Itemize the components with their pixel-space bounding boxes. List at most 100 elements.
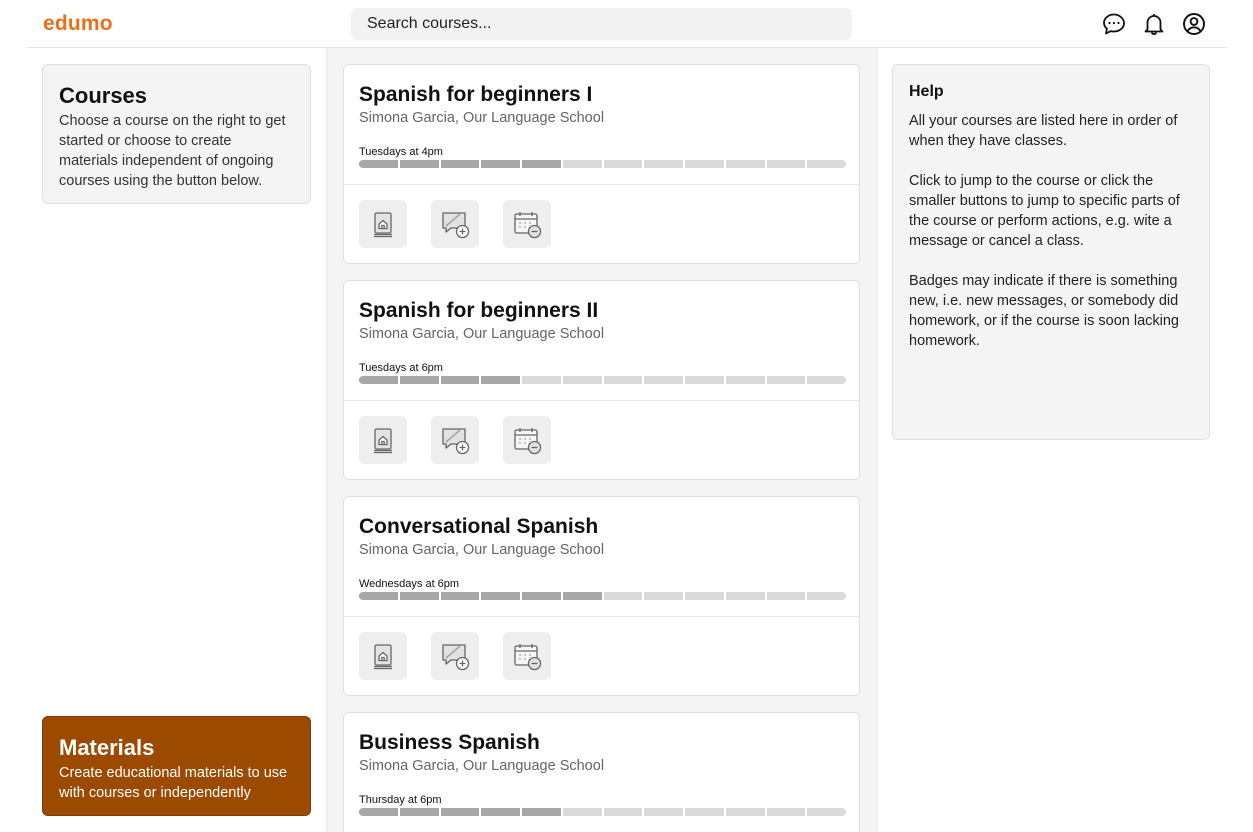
progress-segment <box>603 376 643 384</box>
course-progress-bar <box>359 160 846 168</box>
help-paragraph: Badges may indicate if there is somethin… <box>909 273 1179 349</box>
app-logo[interactable]: edumo <box>43 12 113 36</box>
course-card-header[interactable]: Business Spanish Simona Garcia, Our Langu… <box>344 713 859 832</box>
progress-segment <box>522 376 561 384</box>
user-account-icon[interactable] <box>1181 11 1207 37</box>
materials-description: Create educational materials to use with… <box>59 765 288 801</box>
course-teacher: Simona Garcia, Our Language School <box>359 542 605 558</box>
help-heading: Help <box>909 83 944 100</box>
progress-segment <box>685 808 724 816</box>
progress-segment <box>359 808 398 816</box>
progress-segment <box>399 160 439 168</box>
progress-segment <box>359 592 398 600</box>
progress-segment <box>685 376 724 384</box>
progress-segment <box>725 592 765 600</box>
course-schedule: Wednesdays at 6pm <box>359 578 460 590</box>
courses-heading: Courses <box>59 83 148 108</box>
cancel-class-icon <box>510 423 544 457</box>
course-teacher: Simona Garcia, Our Language School <box>359 758 605 774</box>
progress-segment <box>644 592 683 600</box>
course-card[interactable]: Spanish for beginners II Simona Garcia, O… <box>343 280 860 480</box>
progress-segment <box>440 376 480 384</box>
progress-segment <box>603 808 643 816</box>
cancel-class-button[interactable] <box>503 632 551 680</box>
cancel-class-icon <box>510 207 544 241</box>
course-schedule: Thursday at 6pm <box>359 794 442 806</box>
course-actions <box>344 401 859 480</box>
progress-segment <box>644 376 683 384</box>
progress-segment <box>522 160 561 168</box>
course-card[interactable]: Business Spanish Simona Garcia, Our Langu… <box>343 712 860 832</box>
progress-segment <box>644 160 683 168</box>
progress-segment <box>399 808 439 816</box>
cancel-class-button[interactable] <box>503 416 551 464</box>
course-card-header[interactable]: Conversational Spanish Simona Garcia, Our… <box>344 497 859 617</box>
progress-segment <box>807 592 846 600</box>
progress-segment <box>562 376 602 384</box>
progress-segment <box>522 592 561 600</box>
top-bar: edumo Search courses... <box>27 0 1227 48</box>
course-title: Business Spanish <box>359 731 540 754</box>
progress-segment <box>807 376 846 384</box>
courses-info-panel: Courses Choose a course on the right to … <box>42 64 311 204</box>
materials-button[interactable]: Materials Create educational materials t… <box>42 716 311 816</box>
course-teacher: Simona Garcia, Our Language School <box>359 110 605 126</box>
course-title: Spanish for beginners I <box>359 83 593 106</box>
course-progress-bar <box>359 808 846 816</box>
chat-icon[interactable] <box>1101 11 1127 37</box>
new-message-button[interactable] <box>431 416 479 464</box>
new-message-icon <box>438 639 472 673</box>
course-card-header[interactable]: Spanish for beginners I Simona Garcia, Ou… <box>344 65 859 185</box>
progress-segment <box>562 592 602 600</box>
course-title: Conversational Spanish <box>359 515 599 538</box>
progress-segment <box>359 160 398 168</box>
new-message-button[interactable] <box>431 632 479 680</box>
progress-segment <box>807 808 846 816</box>
progress-segment <box>440 808 480 816</box>
courses-description: Choose a course on the right to get star… <box>59 113 286 189</box>
progress-segment <box>766 376 806 384</box>
help-paragraph: All your courses are listed here in orde… <box>909 113 1178 149</box>
course-home-icon <box>366 639 400 673</box>
bell-icon[interactable] <box>1141 11 1167 37</box>
progress-segment <box>685 592 724 600</box>
course-progress-bar <box>359 592 846 600</box>
help-paragraph: Click to jump to the course or click the… <box>909 173 1180 249</box>
progress-segment <box>481 376 520 384</box>
progress-segment <box>766 160 806 168</box>
progress-segment <box>603 160 643 168</box>
progress-segment <box>766 808 806 816</box>
progress-segment <box>807 160 846 168</box>
course-progress-bar <box>359 376 846 384</box>
progress-segment <box>399 592 439 600</box>
search-input[interactable]: Search courses... <box>351 8 852 40</box>
help-panel: Help All your courses are listed here in… <box>892 64 1210 440</box>
course-actions <box>344 185 859 264</box>
course-home-icon <box>366 207 400 241</box>
progress-segment <box>440 160 480 168</box>
course-title: Spanish for beginners II <box>359 299 599 322</box>
course-card-header[interactable]: Spanish for beginners II Simona Garcia, O… <box>344 281 859 401</box>
course-card[interactable]: Conversational Spanish Simona Garcia, Our… <box>343 496 860 696</box>
cancel-class-button[interactable] <box>503 200 551 248</box>
course-home-button[interactable] <box>359 416 407 464</box>
progress-segment <box>359 376 398 384</box>
progress-segment <box>399 376 439 384</box>
course-home-button[interactable] <box>359 200 407 248</box>
new-message-icon <box>438 207 472 241</box>
progress-segment <box>685 160 724 168</box>
cancel-class-icon <box>510 639 544 673</box>
new-message-icon <box>438 423 472 457</box>
progress-segment <box>562 808 602 816</box>
course-schedule: Tuesdays at 4pm <box>359 146 443 158</box>
progress-segment <box>644 808 683 816</box>
course-card[interactable]: Spanish for beginners I Simona Garcia, Ou… <box>343 64 860 264</box>
progress-segment <box>481 592 520 600</box>
progress-segment <box>603 592 643 600</box>
new-message-button[interactable] <box>431 200 479 248</box>
course-home-icon <box>366 423 400 457</box>
materials-heading: Materials <box>59 735 155 760</box>
progress-segment <box>481 160 520 168</box>
course-schedule: Tuesdays at 6pm <box>359 362 443 374</box>
course-home-button[interactable] <box>359 632 407 680</box>
